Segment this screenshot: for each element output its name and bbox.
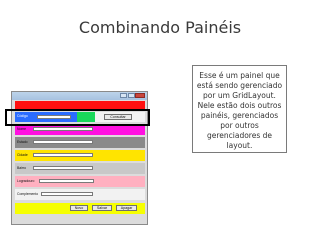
complement-field[interactable] bbox=[41, 192, 93, 196]
complement-label: Complemento bbox=[17, 192, 39, 196]
annotation-text: Esse é um painel que está sendo gerencia… bbox=[196, 71, 283, 150]
close-icon[interactable] bbox=[135, 93, 145, 98]
street-field[interactable] bbox=[39, 179, 94, 183]
name-field[interactable] bbox=[33, 127, 93, 131]
neighborhood-label: Bairro bbox=[17, 166, 27, 170]
new-button[interactable]: Novo bbox=[70, 205, 88, 211]
complement-panel: Complemento bbox=[15, 189, 145, 200]
buttons-panel: Novo Salvar Apagar bbox=[15, 203, 145, 214]
slide-title: Combinando Painéis bbox=[78, 18, 242, 37]
city-field[interactable] bbox=[33, 153, 93, 157]
neighborhood-panel: Bairro bbox=[15, 163, 145, 174]
street-panel: Logradouro bbox=[15, 176, 145, 187]
annotation-box: Esse é um painel que está sendo gerencia… bbox=[192, 65, 287, 153]
state-panel: Estado bbox=[15, 137, 145, 148]
neighborhood-field[interactable] bbox=[33, 166, 93, 170]
combined-panel-highlight bbox=[5, 109, 150, 126]
window-titlebar bbox=[12, 92, 147, 100]
city-panel: Cidade bbox=[15, 150, 145, 161]
state-field[interactable] bbox=[33, 140, 93, 144]
minimize-icon[interactable] bbox=[120, 93, 127, 98]
maximize-icon[interactable] bbox=[128, 93, 135, 98]
city-label: Cidade bbox=[17, 153, 28, 157]
street-label: Logradouro bbox=[17, 179, 35, 183]
save-button[interactable]: Salvar bbox=[92, 205, 112, 211]
state-label: Estado bbox=[17, 140, 28, 144]
name-label: Nome bbox=[17, 127, 27, 131]
delete-button[interactable]: Apagar bbox=[116, 205, 137, 211]
